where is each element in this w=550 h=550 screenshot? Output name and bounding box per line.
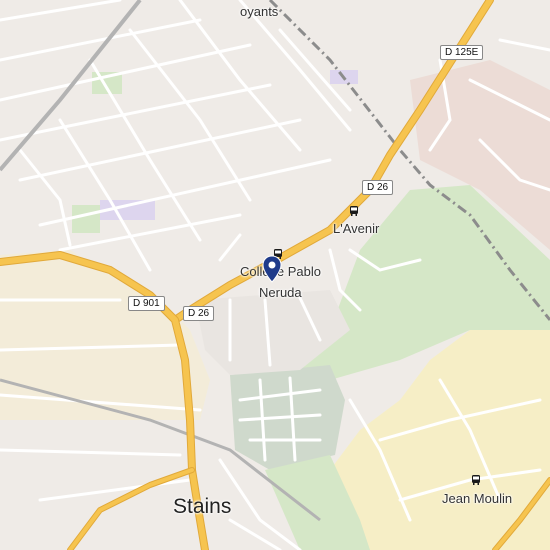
road-shield-d26-upper: D 26 xyxy=(362,180,394,195)
bus-stop-icon[interactable] xyxy=(348,205,360,217)
location-pin-icon[interactable] xyxy=(262,255,282,283)
map-view[interactable]: oyants D 125E D 26 D 901 D 26 L'Avenir C… xyxy=(0,0,550,550)
poi-label-line2: Neruda xyxy=(259,285,302,300)
small-park-2 xyxy=(72,205,100,233)
road-shield-d125e: D 125E xyxy=(440,45,484,60)
place-label-partial: oyants xyxy=(240,4,279,19)
road-shield-d901: D 901 xyxy=(128,296,165,311)
bus-stop-icon[interactable] xyxy=(470,474,482,486)
road-shield-d26-lower: D 26 xyxy=(183,306,215,321)
bus-stop-label-jean-moulin: Jean Moulin xyxy=(442,491,513,506)
bus-stop-label-avenir: L'Avenir xyxy=(333,221,380,236)
city-label-stains: Stains xyxy=(173,495,232,518)
